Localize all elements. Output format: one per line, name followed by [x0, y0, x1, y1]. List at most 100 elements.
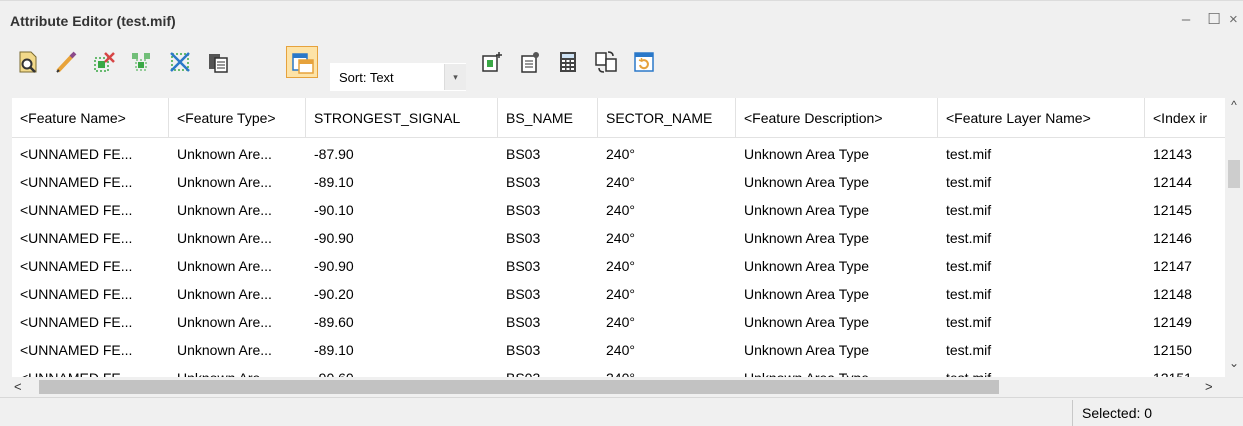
cell-bs-name[interactable]: BS03	[498, 252, 598, 280]
cell-feature-layer-name[interactable]: test.mif	[938, 168, 1145, 196]
cell-feature-type[interactable]: Unknown Are...	[169, 280, 306, 308]
cell-feature-description[interactable]: Unknown Area Type	[736, 252, 938, 280]
column-header-feature-description[interactable]: <Feature Description>	[736, 98, 938, 138]
cell-sector-name[interactable]: 240°	[598, 196, 736, 224]
cell-feature-description[interactable]: Unknown Area Type	[736, 364, 938, 377]
cell-sector-name[interactable]: 240°	[598, 308, 736, 336]
cell-feature-name[interactable]: <UNNAMED FE...	[12, 308, 169, 336]
edit-button[interactable]	[50, 46, 82, 78]
cell-feature-layer-name[interactable]: test.mif	[938, 224, 1145, 252]
cell-sector-name[interactable]: 240°	[598, 280, 736, 308]
cell-feature-type[interactable]: Unknown Are...	[169, 336, 306, 364]
cell-bs-name[interactable]: BS03	[498, 140, 598, 168]
table-row[interactable]: <UNNAMED FE... Unknown Are... -90.90 BS03 24…	[12, 252, 1243, 280]
cell-feature-layer-name[interactable]: test.mif	[938, 196, 1145, 224]
cell-sector-name[interactable]: 240°	[598, 224, 736, 252]
cell-sector-name[interactable]: 240°	[598, 140, 736, 168]
cell-bs-name[interactable]: BS03	[498, 168, 598, 196]
cell-feature-description[interactable]: Unknown Area Type	[736, 336, 938, 364]
column-header-feature-name[interactable]: <Feature Name>	[12, 98, 169, 138]
column-header-sector-name[interactable]: SECTOR_NAME	[598, 98, 736, 138]
cell-sector-name[interactable]: 240°	[598, 168, 736, 196]
maximize-button[interactable]: ☐	[1203, 10, 1225, 30]
cell-feature-type[interactable]: Unknown Are...	[169, 364, 306, 377]
cell-strongest-signal[interactable]: -89.60	[306, 308, 498, 336]
cell-bs-name[interactable]: BS03	[498, 308, 598, 336]
cell-sector-name[interactable]: 240°	[598, 252, 736, 280]
show-selected-button[interactable]	[286, 46, 318, 78]
table-row[interactable]: <UNNAMED FE... Unknown Are... -90.20 BS03 24…	[12, 280, 1243, 308]
cell-feature-description[interactable]: Unknown Area Type	[736, 280, 938, 308]
copy-button[interactable]	[202, 46, 234, 78]
add-column-button[interactable]	[476, 46, 508, 78]
cell-sector-name[interactable]: 240°	[598, 336, 736, 364]
table-row[interactable]: <UNNAMED FE...Unknown Are...-90.60BS0324…	[12, 364, 1243, 377]
cell-feature-description[interactable]: Unknown Area Type	[736, 140, 938, 168]
cell-feature-name[interactable]: <UNNAMED FE...	[12, 364, 169, 377]
horizontal-scroll-thumb[interactable]	[39, 380, 999, 394]
cell-feature-layer-name[interactable]: test.mif	[938, 252, 1145, 280]
cell-feature-name[interactable]: <UNNAMED FE...	[12, 224, 169, 252]
cell-feature-type[interactable]: Unknown Are...	[169, 196, 306, 224]
column-header-feature-type[interactable]: <Feature Type>	[169, 98, 306, 138]
cell-bs-name[interactable]: BS03	[498, 280, 598, 308]
scroll-down-icon[interactable]: ⌄	[1228, 356, 1240, 370]
cell-bs-name[interactable]: BS03	[498, 336, 598, 364]
cell-strongest-signal[interactable]: -90.90	[306, 224, 498, 252]
cell-strongest-signal[interactable]: -90.10	[306, 196, 498, 224]
cell-feature-layer-name[interactable]: test.mif	[938, 140, 1145, 168]
column-header-strongest-signal[interactable]: STRONGEST_SIGNAL	[306, 98, 498, 138]
cell-feature-name[interactable]: <UNNAMED FE...	[12, 252, 169, 280]
table-row[interactable]: <UNNAMED FE... Unknown Are... -87.90 BS03 24…	[12, 140, 1243, 168]
close-button[interactable]: ×	[1229, 10, 1243, 30]
cell-feature-description[interactable]: Unknown Area Type	[736, 308, 938, 336]
cell-feature-type[interactable]: Unknown Are...	[169, 252, 306, 280]
find-button[interactable]	[12, 46, 44, 78]
table-row[interactable]: <UNNAMED FE... Unknown Are... -90.90 BS03 24…	[12, 224, 1243, 252]
cell-feature-type[interactable]: Unknown Are...	[169, 224, 306, 252]
cell-sector-name[interactable]: 240°	[598, 364, 736, 377]
cell-bs-name[interactable]: BS03	[498, 224, 598, 252]
delete-selected-button[interactable]	[88, 46, 120, 78]
cell-strongest-signal[interactable]: -90.20	[306, 280, 498, 308]
column-header-bs-name[interactable]: BS_NAME	[498, 98, 598, 138]
cell-bs-name[interactable]: BS03	[498, 196, 598, 224]
cell-feature-name[interactable]: <UNNAMED FE...	[12, 336, 169, 364]
cell-feature-description[interactable]: Unknown Area Type	[736, 196, 938, 224]
table-row[interactable]: <UNNAMED FE... Unknown Are... -89.10 BS03 24…	[12, 168, 1243, 196]
cell-strongest-signal[interactable]: -90.90	[306, 252, 498, 280]
calculator-button[interactable]	[552, 46, 584, 78]
chevron-down-icon[interactable]: ▾	[444, 64, 466, 90]
sort-dropdown[interactable]: Sort: Text ▾	[330, 63, 466, 91]
vertical-scroll-thumb[interactable]	[1228, 160, 1240, 188]
cell-feature-name[interactable]: <UNNAMED FE...	[12, 168, 169, 196]
vertical-scrollbar[interactable]: ^ ⌄	[1225, 98, 1243, 377]
scroll-right-icon[interactable]: >	[1205, 377, 1221, 397]
cell-feature-name[interactable]: <UNNAMED FE...	[12, 280, 169, 308]
table-row[interactable]: <UNNAMED FE... Unknown Are... -89.10 BS03 24…	[12, 336, 1243, 364]
swap-button[interactable]	[590, 46, 622, 78]
cell-feature-type[interactable]: Unknown Are...	[169, 140, 306, 168]
cell-strongest-signal[interactable]: -90.60	[306, 364, 498, 377]
cell-strongest-signal[interactable]: -89.10	[306, 336, 498, 364]
cell-feature-layer-name[interactable]: test.mif	[938, 308, 1145, 336]
cell-strongest-signal[interactable]: -87.90	[306, 140, 498, 168]
cell-feature-description[interactable]: Unknown Area Type	[736, 224, 938, 252]
table-row[interactable]: <UNNAMED FE... Unknown Are... -89.60 BS03 24…	[12, 308, 1243, 336]
column-header-feature-layer-name[interactable]: <Feature Layer Name>	[938, 98, 1145, 138]
cell-feature-layer-name[interactable]: test.mif	[938, 364, 1145, 377]
minimize-button[interactable]: –	[1175, 10, 1197, 30]
cell-feature-description[interactable]: Unknown Area Type	[736, 168, 938, 196]
refresh-button[interactable]	[628, 46, 660, 78]
cell-feature-name[interactable]: <UNNAMED FE...	[12, 140, 169, 168]
cell-bs-name[interactable]: BS03	[498, 364, 598, 377]
select-features-button[interactable]	[126, 46, 158, 78]
cell-feature-type[interactable]: Unknown Are...	[169, 308, 306, 336]
cell-strongest-signal[interactable]: -89.10	[306, 168, 498, 196]
scroll-up-icon[interactable]: ^	[1228, 98, 1240, 112]
clear-selection-button[interactable]	[164, 46, 196, 78]
cell-feature-type[interactable]: Unknown Are...	[169, 168, 306, 196]
column-properties-button[interactable]	[514, 46, 546, 78]
cell-feature-layer-name[interactable]: test.mif	[938, 336, 1145, 364]
scroll-left-icon[interactable]: <	[14, 377, 30, 397]
